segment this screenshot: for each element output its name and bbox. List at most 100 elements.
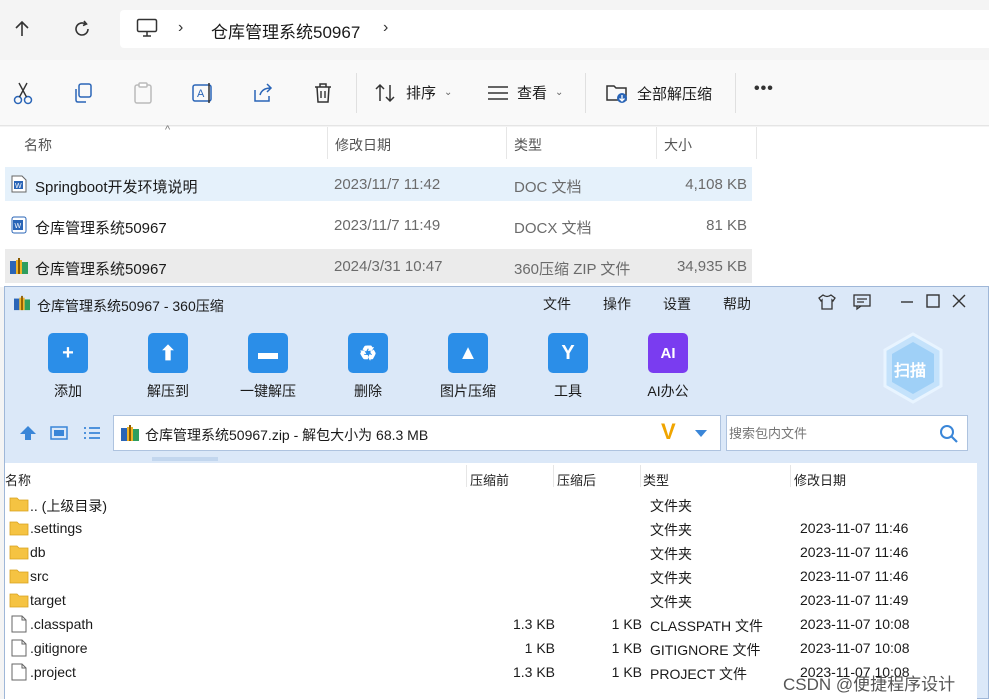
up-level-icon[interactable] [19,425,37,441]
list-view-icon[interactable] [83,425,101,441]
archive-item-type: GITIGNORE 文件 [650,642,761,658]
close-icon[interactable] [951,293,967,309]
menu-settings[interactable]: 设置 [663,294,691,314]
cut-icon[interactable] [8,78,38,108]
column-divider[interactable] [466,465,467,487]
thumbnail-view-icon[interactable] [50,425,68,441]
tool-button-delete[interactable]: ♻ 删除 [328,333,408,399]
archive-item-name: db [30,544,46,560]
menu-file[interactable]: 文件 [543,294,571,314]
word-docx-icon: W [11,216,27,234]
copy-icon[interactable] [68,78,98,108]
tool-button-extract-to[interactable]: ⬆ 解压到 [128,333,208,399]
tool-button-one-click-extract[interactable]: ▬ 一键解压 [228,333,308,399]
chevron-down-icon[interactable] [694,429,708,438]
svg-text:W: W [15,183,22,190]
scroll-indicator [152,457,218,461]
ai-office-icon: AI [648,333,688,373]
archive-item-name: .project [30,664,76,680]
sort-icon [375,83,395,102]
column-divider[interactable] [506,127,507,159]
menu-help[interactable]: 帮助 [723,294,751,314]
archive-item-before: 1 KB [524,640,555,656]
archive-row[interactable]: src 文件夹 2023-11-07 11:46 [5,564,977,588]
column-name[interactable]: 名称 [24,135,52,155]
sort-button[interactable]: 排序 ⌄ [374,82,452,103]
archive-row[interactable]: .gitignore 1 KB 1 KB GITIGNORE 文件 2023-11-07… [5,636,977,660]
archive-item-name: .gitignore [30,640,88,656]
archive-row[interactable]: .settings 文件夹 2023-11-07 11:46 [5,516,977,540]
tool-button-add[interactable]: + 添加 [28,333,108,399]
rename-icon[interactable]: A [188,78,218,108]
column-date[interactable]: 修改日期 [335,135,391,155]
address-box[interactable]: › 仓库管理系统50967 › [120,10,989,48]
archive-file-list: 名称 压缩前 压缩后 类型 修改日期 .. (上级目录) 文件夹 .settings… [5,457,977,699]
column-divider[interactable] [790,465,791,487]
share-icon[interactable] [248,78,278,108]
chevron-right-icon[interactable]: › [383,19,388,37]
archive-col-type[interactable]: 类型 [643,470,669,489]
archive-row[interactable]: .. (上级目录) 文件夹 [5,492,977,516]
column-divider[interactable] [553,465,554,487]
tool-button-image-compress[interactable]: ▲ 图片压缩 [428,333,508,399]
column-type[interactable]: 类型 [514,135,542,155]
archive-item-date: 2023-11-07 11:46 [800,568,909,584]
archive-path-bar[interactable]: 仓库管理系统50967.zip - 解包大小为 68.3 MB V [113,415,721,451]
archive-item-after: 1 KB [611,664,642,680]
archive-search-box[interactable] [726,415,968,451]
archive-col-after[interactable]: 压缩后 [557,470,596,489]
skin-shirt-icon[interactable] [817,293,837,311]
archive-col-name[interactable]: 名称 [5,470,31,489]
file-row[interactable]: 仓库管理系统50967 2024/3/31 10:47 360压缩 ZIP 文件… [5,249,752,283]
column-size[interactable]: 大小 [664,135,692,155]
file-type: DOC 文档 [514,179,582,196]
search-icon[interactable] [939,424,959,444]
file-type: 360压缩 ZIP 文件 [514,261,631,278]
view-label: 查看 [517,85,548,102]
tool-button-ai-office[interactable]: AI AI办公 [628,333,708,399]
tools-icon: Y [548,333,588,373]
tool-label: 一键解压 [240,383,296,399]
maximize-icon[interactable] [925,293,941,309]
image-compress-icon: ▲ [448,333,488,373]
one-click-extract-icon: ▬ [248,333,288,373]
archive-col-date[interactable]: 修改日期 [794,470,846,489]
archive-item-date: 2023-11-07 11:49 [800,592,909,608]
file-type: DOCX 文档 [514,220,592,237]
view-button[interactable]: 查看 ⌄ [487,82,563,103]
archive-search-input[interactable] [729,423,929,443]
archive-row[interactable]: .classpath 1.3 KB 1 KB CLASSPATH 文件 2023-11-… [5,612,977,636]
archive-row[interactable]: target 文件夹 2023-11-07 11:49 [5,588,977,612]
archive-item-type: 文件夹 [650,522,692,538]
delete-icon[interactable] [308,78,338,108]
refresh-icon[interactable] [68,15,96,43]
file-row[interactable]: W 仓库管理系统50967 2023/11/7 11:49 DOCX 文档 81… [5,208,752,242]
archive-path-text: 仓库管理系统50967.zip - 解包大小为 68.3 MB [145,427,429,443]
chevron-down-icon: ⌄ [444,87,453,98]
breadcrumb-current[interactable]: 仓库管理系统50967 [211,18,360,43]
sort-asc-icon: ^ [165,124,171,136]
scan-button[interactable]: 扫描 [881,332,945,404]
more-options-icon[interactable]: ••• [754,80,774,98]
column-divider[interactable] [656,127,657,159]
folder-icon [9,521,29,536]
menu-operation[interactable]: 操作 [603,294,631,314]
word-doc-icon: W [11,175,27,193]
tool-button-tools[interactable]: Y 工具 [528,333,608,399]
column-divider[interactable] [327,127,328,159]
column-divider[interactable] [640,465,641,487]
file-row[interactable]: W Springboot开发环境说明 2023/11/7 11:42 DOC 文… [5,167,752,201]
extract-all-button[interactable]: 全部解压缩 [605,82,712,104]
archive-item-name: target [30,592,66,608]
paste-icon[interactable] [128,78,158,108]
toolbar-divider [356,73,357,113]
archive-row[interactable]: db 文件夹 2023-11-07 11:46 [5,540,977,564]
up-arrow-icon[interactable] [8,15,36,43]
archive-item-type: CLASSPATH 文件 [650,618,764,634]
archive-item-name: .settings [30,520,83,536]
column-divider[interactable] [756,127,757,159]
feedback-icon[interactable] [852,293,872,311]
archive-item-date: 2023-11-07 10:08 [800,640,910,656]
minimize-icon[interactable] [899,293,915,309]
archive-col-before[interactable]: 压缩前 [470,470,509,489]
